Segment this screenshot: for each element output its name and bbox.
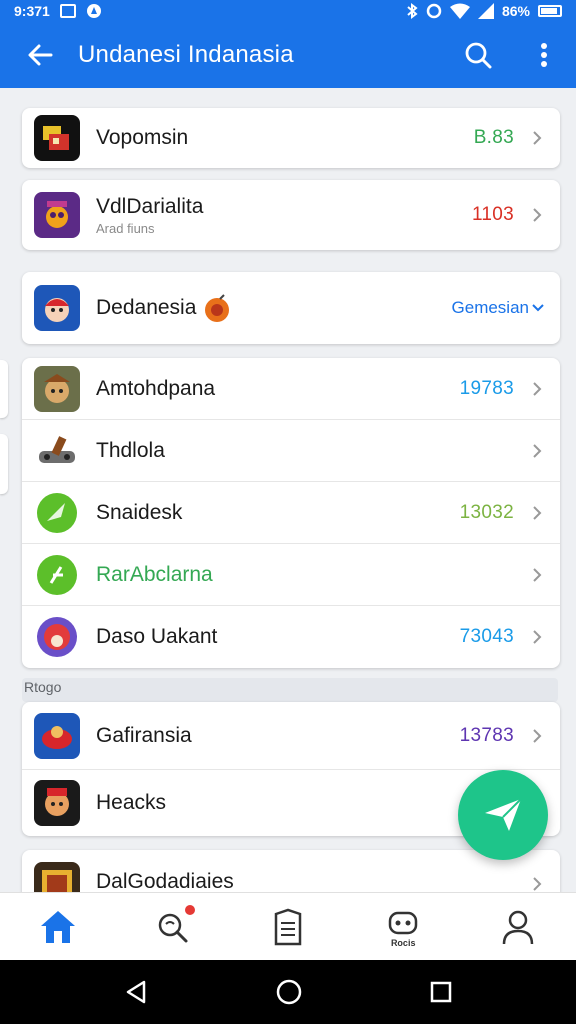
- green-app-icon: [34, 551, 80, 598]
- recents-square-icon[interactable]: [430, 981, 452, 1003]
- home-circle-icon[interactable]: [276, 979, 302, 1005]
- chevron-right-icon: [526, 207, 548, 223]
- tool-icon: [34, 427, 80, 474]
- wifi-icon: [449, 3, 470, 19]
- game-app-icon: [34, 365, 80, 412]
- list-item[interactable]: VdlDarialita Arad fiuns 1103: [22, 180, 560, 250]
- search-button[interactable]: [456, 33, 500, 77]
- page-title: Undanesi Indanasia: [78, 41, 294, 68]
- notification-badge: [183, 903, 198, 917]
- nav-profile[interactable]: [461, 893, 576, 960]
- list-item[interactable]: Dedanesia Gemesian: [22, 272, 560, 344]
- item-value: 73043: [459, 626, 514, 647]
- system-navigation-bar: [0, 960, 576, 1024]
- chevron-down-icon: [532, 304, 544, 312]
- nav-search[interactable]: [115, 893, 230, 960]
- game-app-icon: [34, 192, 80, 238]
- item-title: DalGodadiaies: [96, 870, 234, 892]
- search-icon: [465, 42, 492, 69]
- list-card: DalGodadiaies: [22, 850, 560, 892]
- chevron-right-icon: [526, 862, 548, 892]
- list-card: Amtohdpana 19783 Thdlola Snaidesk 13032 …: [22, 358, 560, 668]
- item-title: Dedanesia: [96, 296, 197, 319]
- edge-panel-tab[interactable]: [0, 434, 8, 494]
- list-item[interactable]: DalGodadiaies: [22, 850, 560, 892]
- item-title: Daso Uakant: [96, 625, 218, 648]
- game-app-icon: [34, 115, 80, 161]
- list-card: VdlDarialita Arad fiuns 1103: [22, 180, 560, 250]
- notification-icon: [59, 4, 76, 18]
- list-card: Vopomsin B.83: [22, 108, 560, 168]
- item-title: Thdlola: [96, 438, 165, 462]
- list-item[interactable]: Snaidesk 13032: [22, 482, 560, 544]
- more-vert-icon: [541, 43, 547, 67]
- status-bar: 9:371 86%: [0, 0, 576, 22]
- nav-documents[interactable]: [230, 893, 345, 960]
- nav-home[interactable]: [0, 893, 115, 960]
- bluetooth-icon: [407, 3, 418, 19]
- alarm-icon: [426, 3, 442, 19]
- section-header: Rtogo: [22, 678, 558, 702]
- chevron-right-icon: [526, 567, 548, 583]
- chevron-right-icon: [526, 443, 548, 459]
- item-title: RarAbclarna: [96, 562, 213, 586]
- app-notification-icon: [86, 4, 101, 18]
- chevron-right-icon: [526, 728, 548, 744]
- list-item[interactable]: Amtohdpana 19783: [22, 358, 560, 420]
- bomb-emoji-icon: [205, 294, 230, 322]
- chevron-right-icon: [526, 381, 548, 397]
- item-title: Gafiransia: [96, 723, 192, 747]
- item-subtitle: Arad fiuns: [96, 220, 155, 236]
- game-app-icon: [34, 614, 80, 660]
- battery-percent: 86%: [501, 3, 530, 19]
- item-title: Vopomsin: [96, 126, 189, 149]
- list-item[interactable]: Vopomsin B.83: [22, 108, 560, 168]
- back-button[interactable]: [18, 33, 62, 77]
- game-app-icon: [34, 862, 80, 892]
- item-value: 1103: [471, 204, 514, 225]
- game-app-icon: [34, 780, 80, 826]
- green-app-icon: [34, 489, 80, 536]
- item-value: 13783: [459, 724, 514, 746]
- chevron-right-icon: [526, 505, 548, 521]
- list-card: Dedanesia Gemesian: [22, 272, 560, 344]
- list-item[interactable]: RarAbclarna: [22, 544, 560, 606]
- robot-icon: [388, 911, 418, 934]
- back-triangle-icon[interactable]: [124, 979, 148, 1005]
- chevron-right-icon: [526, 629, 548, 645]
- item-title: Snaidesk: [96, 500, 183, 524]
- nav-caption: Rocis: [390, 938, 416, 948]
- category-dropdown[interactable]: Gemesian: [452, 298, 544, 318]
- game-app-icon: [34, 712, 80, 759]
- bottom-navigation: Rocis: [0, 892, 576, 960]
- chevron-right-icon: [526, 130, 548, 146]
- send-icon: [485, 798, 522, 831]
- battery-icon: [538, 5, 562, 17]
- document-icon: [274, 908, 302, 945]
- list-item[interactable]: Daso Uakant 73043: [22, 606, 560, 668]
- signal-icon: [477, 3, 494, 19]
- edge-panel-tab[interactable]: [0, 360, 8, 418]
- status-time: 9:371: [14, 3, 50, 19]
- app-bar: Undanesi Indanasia: [0, 22, 576, 88]
- arrow-left-icon: [28, 44, 53, 66]
- game-app-icon: [34, 285, 80, 331]
- item-title: Amtohdpana: [96, 376, 216, 400]
- list-item[interactable]: Thdlola: [22, 420, 560, 482]
- dropdown-value: Gemesian: [451, 298, 529, 317]
- item-value: B.83: [473, 127, 514, 148]
- send-fab-button[interactable]: [458, 770, 548, 860]
- nav-bots[interactable]: Rocis: [346, 893, 461, 960]
- list-item[interactable]: Gafiransia 13783: [22, 702, 560, 770]
- home-icon: [40, 910, 75, 943]
- item-value: 19783: [459, 377, 514, 399]
- more-options-button[interactable]: [528, 33, 560, 77]
- item-value: 13032: [459, 501, 514, 523]
- profile-icon: [503, 910, 534, 944]
- item-title: VdlDarialita: [96, 194, 204, 218]
